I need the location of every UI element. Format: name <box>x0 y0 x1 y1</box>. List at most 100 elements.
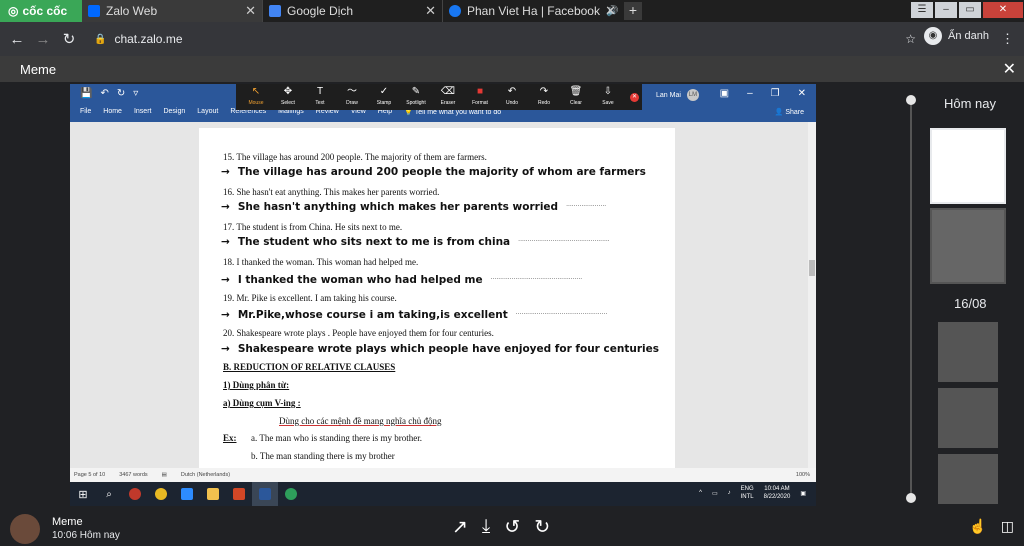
tool-stamp[interactable]: ✓ Stamp <box>368 86 400 108</box>
tab-design[interactable]: Design <box>163 108 185 116</box>
rotate-left-icon[interactable]: ↺ <box>504 516 520 539</box>
tab-facebook[interactable]: Phan Viet Ha | Facebook 🔊 ✕ <box>442 0 622 22</box>
sent-time: 10:06 Hôm nay <box>52 530 120 541</box>
tool-redo[interactable]: ↷ Redo <box>528 85 560 108</box>
tool-undo[interactable]: ↶ Undo <box>496 86 528 108</box>
tab-home[interactable]: Home <box>103 108 122 116</box>
windows-start-icon[interactable]: ⊞ <box>70 482 96 506</box>
sender-name: Meme <box>52 516 83 528</box>
download-icon[interactable]: ⤓ <box>482 516 490 539</box>
ribbon-window-controls: ▣ – ❐ ✕ <box>720 88 806 99</box>
close-tab-icon[interactable]: ✕ <box>245 3 256 19</box>
tool-spotlight[interactable]: ✎ Spotlight <box>400 86 432 108</box>
tool-draw[interactable]: ～ Draw <box>336 86 368 108</box>
close-annotation-icon[interactable]: ✕ <box>630 92 639 102</box>
customize-icon[interactable]: ▿ <box>133 88 138 99</box>
incognito-badge[interactable]: ◉ Ẩn danh <box>924 27 989 45</box>
selected-thumbnail[interactable] <box>930 128 1006 204</box>
close-window-icon[interactable]: ✕ <box>983 2 1023 18</box>
sender-avatar[interactable] <box>10 514 40 544</box>
tool-clear[interactable]: 🗑 Clear <box>560 86 592 108</box>
save-icon[interactable]: 💾 <box>80 88 92 99</box>
tab-file[interactable]: File <box>80 108 91 116</box>
taskbar-app-icon[interactable] <box>122 482 148 506</box>
word-count[interactable]: 3467 words <box>119 472 147 478</box>
notification-icon[interactable]: ▣ <box>800 490 806 497</box>
tool-mouse[interactable]: ↖ Mouse <box>240 86 272 108</box>
share-forward-icon[interactable]: ↗ <box>452 516 468 539</box>
eraser-icon: ⌫ <box>440 85 456 97</box>
proofing-icon[interactable]: ▤ <box>162 472 167 478</box>
scrollbar-thumb[interactable] <box>809 260 815 276</box>
reload-icon[interactable]: ↻ <box>56 30 82 48</box>
word-user[interactable]: Lan Mai LM <box>656 89 699 101</box>
system-tray: ^ ▭ ♪ ENG INTL 10:04 AM 8/22/2020 ▣ <box>699 485 806 501</box>
minimize-icon[interactable]: – <box>747 88 753 99</box>
input-language[interactable]: ENG INTL <box>741 485 754 501</box>
tray-arrow-icon[interactable]: ^ <box>699 490 702 496</box>
minimize-icon[interactable]: – <box>935 2 957 18</box>
tool-eraser[interactable]: ⌫ Eraser <box>432 85 464 108</box>
viewer-actions: ↗ ⤓ ↺ ↻ <box>452 516 550 539</box>
tool-select[interactable]: ✥ Select <box>272 86 304 108</box>
browser-menu-icon[interactable]: ⋮ <box>1001 31 1014 47</box>
rotate-right-icon[interactable]: ↻ <box>534 516 550 539</box>
document-scrollbar[interactable] <box>808 122 816 468</box>
thumbnail[interactable] <box>938 322 998 382</box>
shield-app-icon[interactable] <box>278 482 304 506</box>
network-icon[interactable]: ▭ <box>712 490 718 497</box>
menu-icon[interactable]: ☰ <box>911 2 933 18</box>
react-icon[interactable]: ☝ <box>969 518 986 535</box>
facebook-favicon-icon <box>449 5 461 17</box>
close-tab-icon[interactable]: ✕ <box>605 3 616 19</box>
close-viewer-icon[interactable]: ✕ <box>1003 59 1016 79</box>
address-bar[interactable]: 🔒 chat.zalo.me ☆ <box>94 27 916 51</box>
layout-toggle-icon[interactable]: ◫ <box>1001 518 1014 535</box>
timeline-bottom-handle[interactable] <box>906 493 916 503</box>
word-taskbar-icon[interactable] <box>252 482 278 506</box>
language[interactable]: Dutch (Netherlands) <box>181 472 230 478</box>
close-icon[interactable]: ✕ <box>798 88 806 99</box>
volume-icon[interactable]: ♪ <box>728 490 731 496</box>
ribbon-display-icon[interactable]: ▣ <box>720 88 729 99</box>
clock[interactable]: 10:04 AM 8/22/2020 <box>764 485 791 501</box>
tab-insert[interactable]: Insert <box>134 108 152 116</box>
tab-google-dich[interactable]: Google Dịch ✕ <box>262 0 442 22</box>
restore-icon[interactable]: ❐ <box>771 88 780 99</box>
chrome-icon[interactable] <box>148 482 174 506</box>
timeline-top-handle[interactable] <box>906 95 916 105</box>
tab-layout[interactable]: Layout <box>197 108 218 116</box>
media-timeline: Hôm nay 16/08 <box>816 82 1024 508</box>
thumbnail[interactable] <box>938 454 998 504</box>
tab-zalo-web[interactable]: Zalo Web ✕ <box>82 0 262 22</box>
tool-save[interactable]: ⇩ Save <box>592 86 624 108</box>
thumbnail[interactable] <box>930 208 1006 284</box>
answer-19: → Mr.Pike,whose course i am taking,is exc… <box>221 309 608 321</box>
tool-text[interactable]: T Text <box>304 86 336 108</box>
maximize-icon[interactable]: ▭ <box>959 2 981 18</box>
close-tab-icon[interactable]: ✕ <box>425 3 436 19</box>
undo-icon[interactable]: ↶ <box>100 88 108 99</box>
answer-18: → I thanked the woman who had helped me..… <box>221 274 583 286</box>
browser-brand[interactable]: ◎ cốc cốc <box>0 0 82 22</box>
page-count[interactable]: Page 5 of 10 <box>74 472 105 478</box>
zoom-level[interactable]: 100% <box>796 472 816 478</box>
redo-icon[interactable]: ↻ <box>117 88 125 99</box>
zoom-app-icon[interactable] <box>174 482 200 506</box>
file-explorer-icon[interactable] <box>200 482 226 506</box>
document-page[interactable]: 15. The village has around 200 people. T… <box>199 128 675 468</box>
share-button[interactable]: 👤 Share <box>775 108 804 116</box>
answer-16: → She hasn't anything which makes her par… <box>221 201 607 213</box>
new-tab-button[interactable]: + <box>624 2 642 20</box>
redo-icon: ↷ <box>539 85 549 97</box>
forward-icon[interactable]: → <box>30 31 56 48</box>
powerpoint-icon[interactable] <box>226 482 252 506</box>
back-icon[interactable]: ← <box>4 31 30 48</box>
color-swatch-icon: ■ <box>476 85 484 97</box>
timeline-track[interactable] <box>910 100 912 498</box>
tool-format[interactable]: ■ Format <box>464 85 496 108</box>
search-icon[interactable]: ⌕ <box>96 482 122 506</box>
bookmark-star-icon[interactable]: ☆ <box>905 32 916 46</box>
thumbnail[interactable] <box>938 388 998 448</box>
arrow-icon: → <box>221 201 230 213</box>
